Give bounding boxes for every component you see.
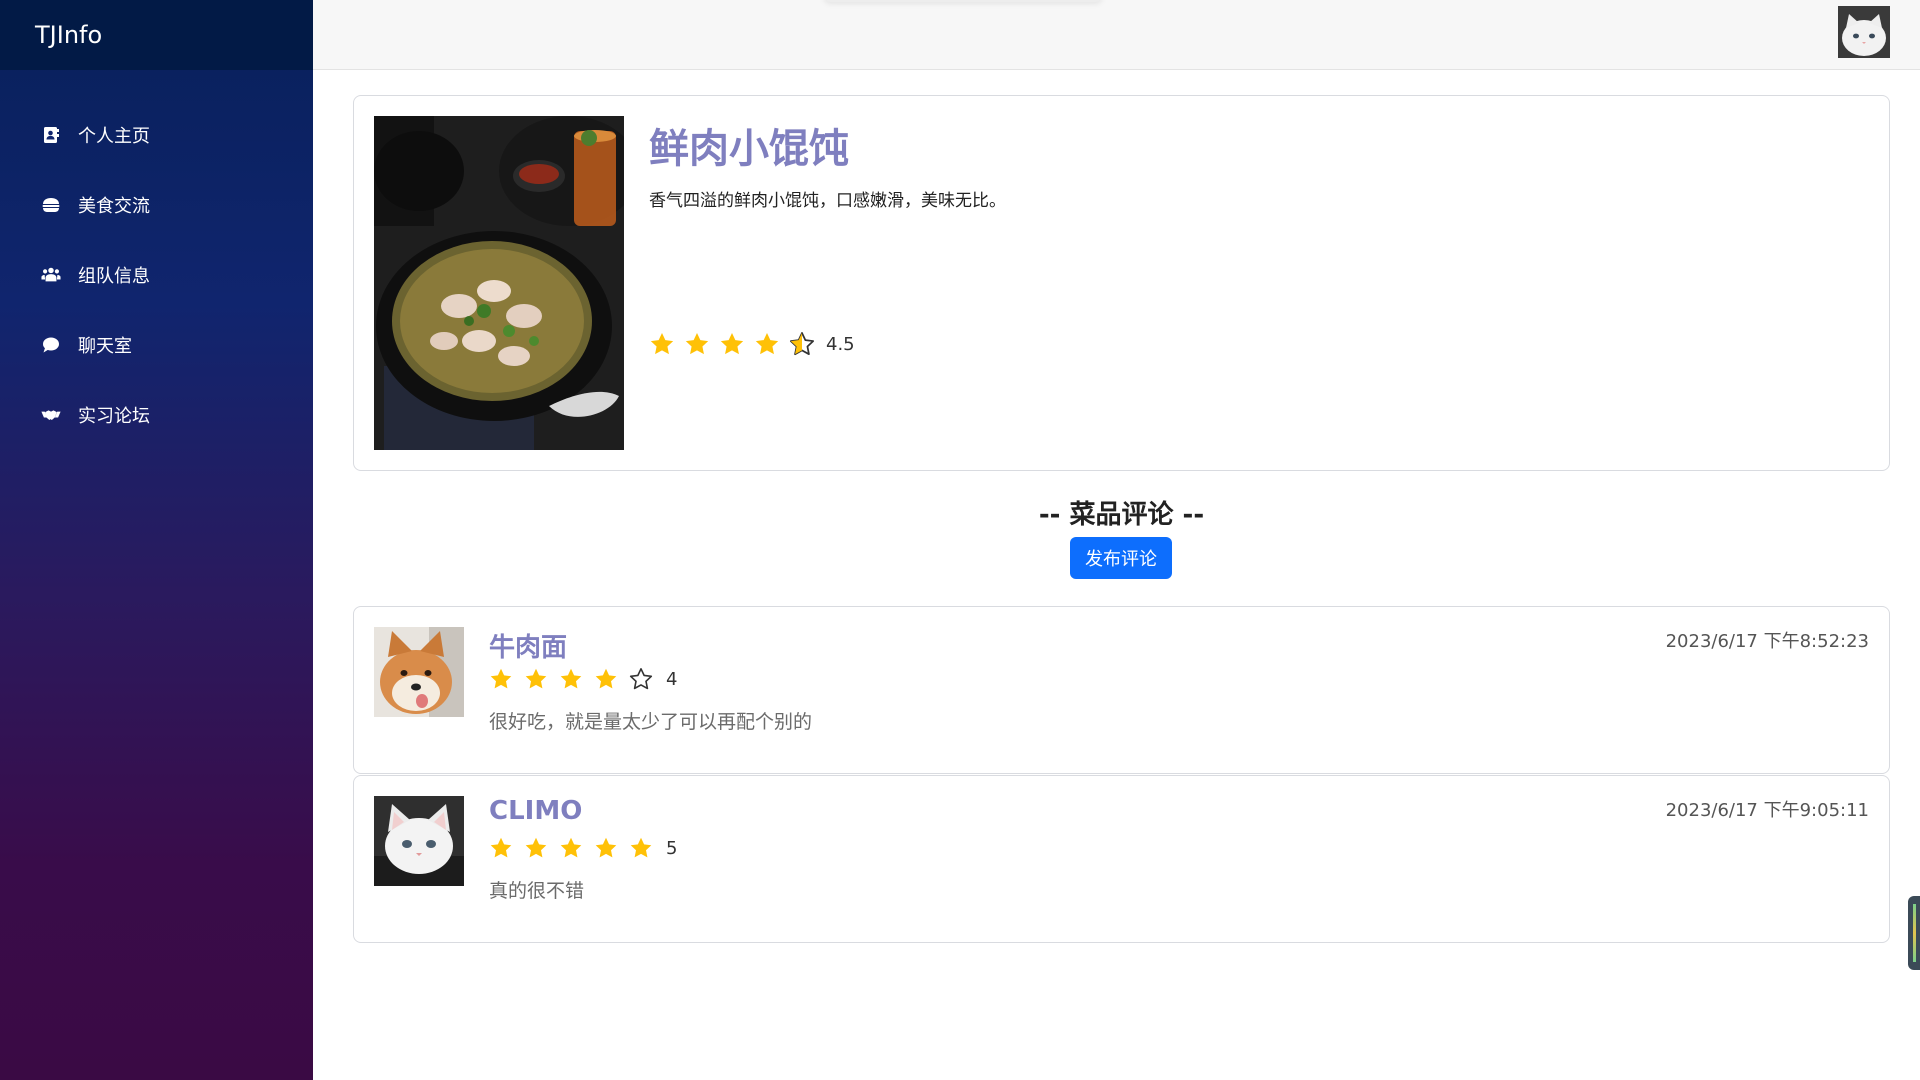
review-text: 很好吃，就是量太少了可以再配个别的	[489, 711, 813, 733]
star-full-icon	[489, 667, 513, 691]
review-author-name[interactable]: 牛肉面	[489, 627, 567, 664]
sidebar-item-chat[interactable]: 聊天室	[0, 310, 313, 380]
star-full-icon	[754, 331, 780, 357]
review-rating-value: 5	[666, 837, 678, 859]
star-full-icon	[594, 836, 618, 860]
review-rating: 4	[489, 667, 677, 691]
user-avatar[interactable]	[1838, 6, 1890, 58]
sidebar: TJInfo 个人主页 美食交流 组队信息 聊天室 实习论坛	[0, 0, 313, 1080]
side-floating-widget[interactable]	[1908, 896, 1920, 970]
review-text: 真的很不错	[489, 880, 585, 902]
review-rating: 5	[489, 836, 677, 860]
star-half-icon	[789, 331, 815, 357]
brand-logo[interactable]: TJInfo	[0, 0, 313, 70]
handshake-icon	[40, 404, 62, 426]
star-full-icon	[559, 836, 583, 860]
chat-bubble-icon	[40, 334, 62, 356]
dish-description: 香气四溢的鲜肉小馄饨，口感嫩滑，美味无比。	[649, 191, 1006, 211]
sidebar-item-profile[interactable]: 个人主页	[0, 100, 313, 170]
star-full-icon	[524, 836, 548, 860]
star-full-icon	[719, 331, 745, 357]
star-full-icon	[629, 836, 653, 860]
review-timestamp: 2023/6/17 下午9:05:11	[1665, 800, 1869, 821]
dish-card: 鲜肉小馄饨 香气四溢的鲜肉小馄饨，口感嫩滑，美味无比。 4.5	[353, 95, 1890, 471]
star-full-icon	[489, 836, 513, 860]
star-empty-icon	[629, 667, 653, 691]
dish-rating-value: 4.5	[826, 333, 855, 355]
sidebar-item-internship[interactable]: 实习论坛	[0, 380, 313, 450]
sidebar-item-food[interactable]: 美食交流	[0, 170, 313, 240]
users-group-icon	[40, 264, 62, 286]
star-full-icon	[684, 331, 710, 357]
sidebar-nav: 个人主页 美食交流 组队信息 聊天室 实习论坛	[0, 70, 313, 450]
review-card: CLIMO 5 真的很不错 2023/6/17 下午9:05:11	[353, 775, 1890, 943]
contact-book-icon	[40, 124, 62, 146]
star-full-icon	[524, 667, 548, 691]
sidebar-item-label: 组队信息	[78, 266, 150, 287]
white-cat-avatar	[374, 796, 464, 886]
star-full-icon	[594, 667, 618, 691]
top-bar	[313, 0, 1920, 70]
sidebar-item-label: 美食交流	[78, 196, 150, 217]
dish-image	[374, 116, 624, 450]
dish-rating: 4.5	[649, 331, 855, 357]
dish-title: 鲜肉小馄饨	[649, 126, 849, 172]
shiba-dog-avatar	[374, 627, 464, 717]
sidebar-item-team[interactable]: 组队信息	[0, 240, 313, 310]
reviews-section-title: -- 菜品评论 --	[1038, 500, 1205, 530]
star-full-icon	[559, 667, 583, 691]
sidebar-item-label: 实习论坛	[78, 406, 150, 427]
widget-indicator	[1913, 904, 1916, 962]
review-rating-value: 4	[666, 668, 678, 690]
star-full-icon	[649, 331, 675, 357]
sidebar-item-label: 聊天室	[78, 336, 132, 357]
review-timestamp: 2023/6/17 下午8:52:23	[1665, 631, 1869, 652]
post-review-button[interactable]: 发布评论	[1070, 537, 1172, 579]
review-author-name[interactable]: CLIMO	[489, 796, 582, 826]
sidebar-item-label: 个人主页	[78, 126, 150, 147]
burger-icon	[40, 194, 62, 216]
top-tab-shadow	[823, 0, 1103, 2]
review-card: 牛肉面 4 很好吃，就是量太少了可以再配个别的 2023/6/17 下午8:52…	[353, 606, 1890, 774]
